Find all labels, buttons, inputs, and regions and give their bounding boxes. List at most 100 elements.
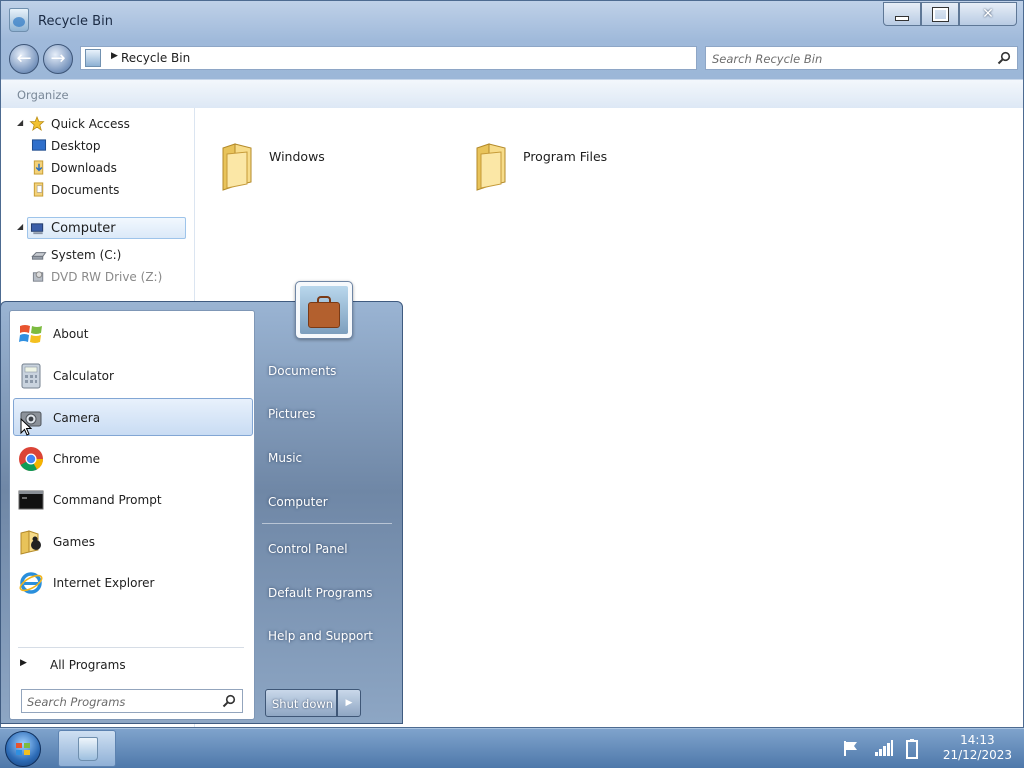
close-icon: ✕ (982, 6, 994, 22)
sidebar-item-quick-access[interactable]: ◢ Quick Access (1, 114, 194, 134)
start-item-label: Calculator (53, 369, 114, 383)
sidebar-item-desktop[interactable]: Desktop (1, 136, 194, 156)
start-item-label: Games (53, 535, 95, 549)
sidebar-item-downloads[interactable]: Downloads (1, 158, 194, 178)
sidebar-item-label: Documents (51, 183, 120, 197)
computer-icon (30, 223, 44, 235)
breadcrumb-chevron-icon[interactable]: ▶ (111, 51, 118, 61)
chrome-icon (19, 447, 43, 472)
games-icon (20, 530, 41, 555)
downloads-icon (33, 160, 44, 175)
start-place-computer[interactable]: Computer (268, 495, 328, 509)
title-bar[interactable]: Recycle Bin ✕ (1, 1, 1023, 41)
search-placeholder: Search Programs (27, 695, 126, 709)
user-picture[interactable] (295, 281, 353, 339)
all-programs-label: All Programs (50, 658, 126, 672)
star-icon (29, 116, 45, 131)
network-signal-icon[interactable] (874, 739, 894, 757)
expand-arrow-icon: ▶ (20, 658, 27, 668)
start-place-default-programs[interactable]: Default Programs (268, 586, 373, 600)
mouse-cursor-icon (20, 418, 32, 436)
start-item-about[interactable]: About (14, 315, 252, 353)
taskbar-clock[interactable]: 14:13 21/12/2023 (943, 733, 1012, 763)
internet-explorer-icon (19, 572, 43, 594)
sidebar-item-label: Quick Access (51, 117, 130, 131)
documents-icon (33, 182, 44, 197)
back-arrow-icon: ← (16, 48, 32, 69)
forward-button[interactable]: → (43, 44, 73, 74)
sidebar-item-label: DVD RW Drive (Z:) (51, 270, 163, 284)
maximize-icon (931, 6, 949, 22)
action-center-flag-icon[interactable] (842, 739, 860, 757)
search-icon[interactable] (997, 51, 1011, 65)
divider (262, 523, 392, 524)
address-bar[interactable]: ▶ Recycle Bin (80, 46, 697, 70)
sidebar-item-label: Downloads (51, 161, 117, 175)
sidebar-item-label: Desktop (51, 139, 101, 153)
windows-logo-icon (19, 325, 42, 343)
start-item-label: Internet Explorer (53, 576, 155, 590)
clock-date: 21/12/2023 (942, 748, 1012, 762)
back-button[interactable]: ← (9, 44, 39, 74)
start-item-calculator[interactable]: Calculator (14, 357, 252, 395)
start-place-control-panel[interactable]: Control Panel (268, 542, 348, 556)
folder-label: Program Files (523, 149, 608, 164)
sidebar-item-label: System (C:) (51, 248, 122, 262)
breadcrumb-recycle-bin[interactable]: Recycle Bin (121, 51, 190, 65)
taskbar: 14:13 21/12/2023 (0, 728, 1024, 768)
start-item-camera[interactable]: Camera (13, 398, 253, 436)
recycle-bin-icon (9, 8, 29, 32)
start-item-label: About (53, 327, 89, 341)
search-box[interactable]: Search Recycle Bin (705, 46, 1018, 70)
sidebar-item-label: Computer (51, 221, 116, 236)
start-item-label: Camera (53, 411, 101, 425)
all-programs-button[interactable]: ▶ All Programs (14, 653, 252, 677)
sidebar-item-computer[interactable]: Computer (27, 217, 186, 239)
start-button[interactable] (5, 731, 41, 767)
hard-drive-icon (31, 252, 47, 260)
start-menu-programs-pane: About Calculator Camera Chrome Command P… (9, 310, 255, 720)
shutdown-label: Shut down (272, 697, 334, 711)
search-placeholder: Search Recycle Bin (712, 52, 823, 66)
calculator-icon (21, 363, 41, 389)
chevron-right-icon: ▶ (345, 698, 353, 708)
organize-button[interactable]: Organize (17, 88, 69, 102)
command-prompt-icon (18, 490, 44, 510)
minimize-icon (895, 15, 909, 21)
command-bar: Organize (1, 79, 1023, 109)
search-programs-input[interactable]: Search Programs (21, 689, 243, 713)
expand-arrow-icon[interactable]: ◢ (17, 222, 23, 231)
start-place-pictures[interactable]: Pictures (268, 407, 316, 421)
briefcase-icon (300, 286, 348, 334)
start-menu: About Calculator Camera Chrome Command P… (0, 301, 403, 724)
start-place-help-support[interactable]: Help and Support (268, 629, 373, 643)
folder-icon (222, 143, 252, 191)
recycle-bin-icon (78, 737, 98, 761)
start-item-games[interactable]: Games (14, 523, 252, 561)
sidebar-item-dvd-drive[interactable]: DVD RW Drive (Z:) (1, 267, 194, 287)
folder-icon (476, 143, 506, 191)
taskbar-recycle-bin-button[interactable] (58, 730, 116, 767)
forward-arrow-icon: → (50, 48, 66, 69)
expand-arrow-icon[interactable]: ◢ (17, 118, 23, 127)
start-item-chrome[interactable]: Chrome (14, 440, 252, 478)
start-item-internet-explorer[interactable]: Internet Explorer (14, 564, 252, 602)
dvd-drive-icon (32, 271, 44, 282)
folder-label: Windows (269, 149, 325, 164)
sidebar-item-documents[interactable]: Documents (1, 180, 194, 200)
maximize-button[interactable] (921, 2, 959, 26)
minimize-button[interactable] (883, 2, 921, 26)
window-controls: ✕ (883, 2, 1017, 26)
battery-icon[interactable] (906, 739, 918, 759)
shutdown-options-button[interactable]: ▶ (337, 689, 361, 717)
start-item-label: Command Prompt (53, 493, 162, 507)
recycle-bin-icon (85, 49, 101, 67)
start-place-documents[interactable]: Documents (268, 364, 336, 378)
close-button[interactable]: ✕ (959, 2, 1017, 26)
shutdown-button[interactable]: Shut down (265, 689, 337, 717)
sidebar-item-system-c[interactable]: System (C:) (1, 245, 194, 265)
start-place-music[interactable]: Music (268, 451, 302, 465)
search-icon[interactable] (222, 694, 236, 708)
start-item-command-prompt[interactable]: Command Prompt (14, 481, 252, 519)
windows-logo-icon (16, 743, 30, 755)
